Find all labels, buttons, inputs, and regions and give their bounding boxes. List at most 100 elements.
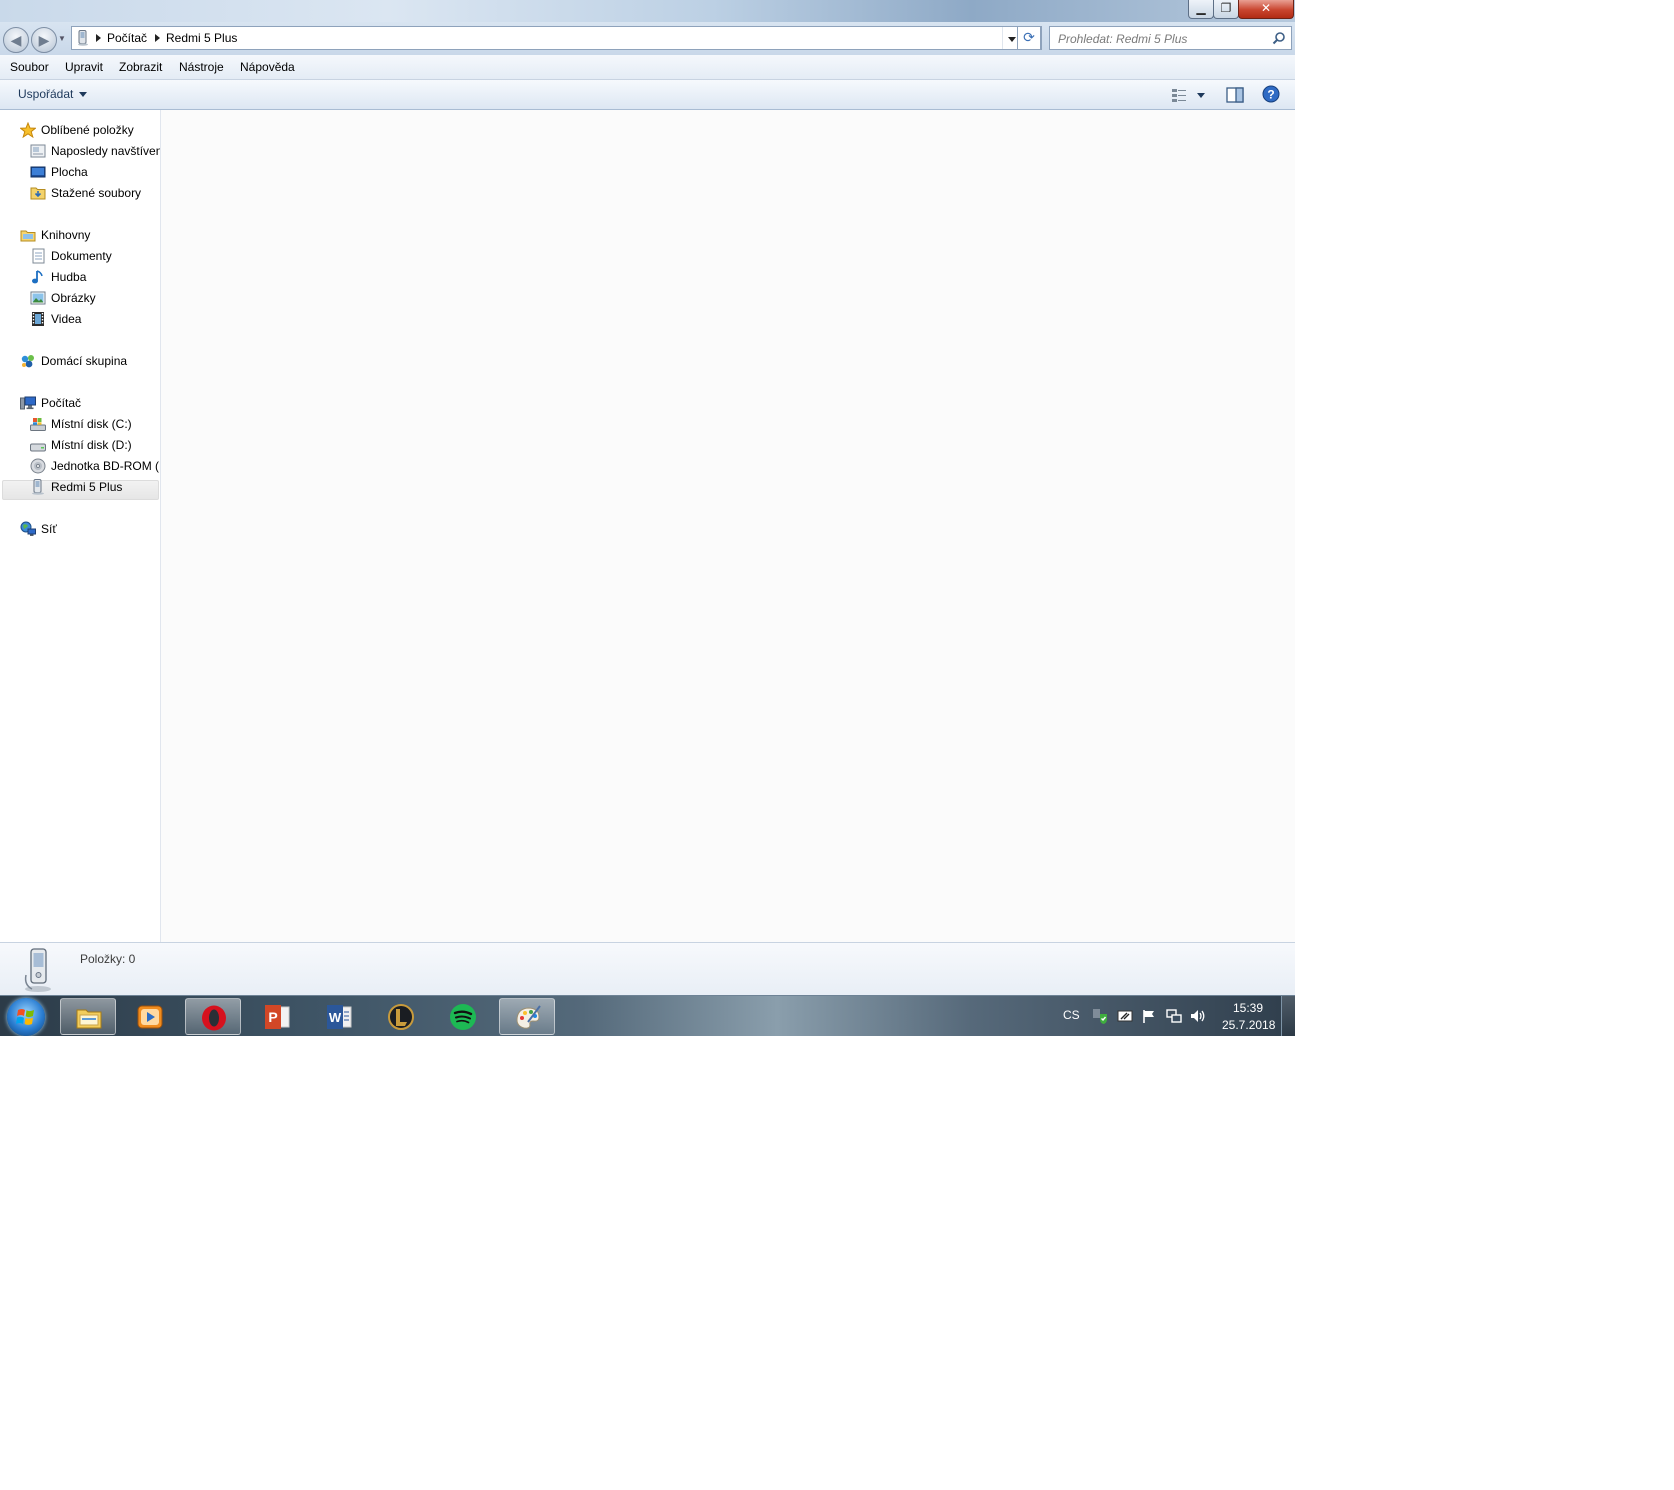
downloads-folder-icon	[30, 187, 46, 200]
sidebar-item-libraries[interactable]: Knihovny	[20, 225, 160, 245]
libraries-icon	[20, 230, 36, 242]
network-icon	[20, 521, 36, 536]
sidebar-item-label: Počítač	[41, 396, 82, 410]
sidebar-item-label: Knihovny	[41, 228, 91, 242]
menu-view[interactable]: Zobrazit	[119, 60, 162, 74]
sidebar-item-label: Místní disk (D:)	[51, 438, 132, 452]
svg-text:P: P	[268, 1009, 277, 1025]
media-player-icon	[137, 1005, 163, 1029]
sidebar-item-label: Naposledy navštívené	[51, 144, 160, 158]
organize-label: Uspořádat	[18, 87, 74, 101]
sidebar-item-drive-d[interactable]: Místní disk (D:)	[30, 435, 160, 455]
explorer-icon	[76, 1009, 102, 1029]
drive-icon	[30, 443, 46, 452]
svg-text:?: ?	[1267, 88, 1274, 102]
pictures-icon	[30, 291, 46, 305]
sidebar-item-label: Hudba	[51, 270, 87, 284]
portable-device-icon	[24, 948, 51, 992]
navigation-bar: ◀ ▶ ▼ Počítač Redmi 5 Plus ⟳ Prohledat: …	[0, 22, 1295, 55]
sidebar-item-label: Plocha	[51, 165, 88, 179]
taskbar-powerpoint[interactable]: P	[249, 998, 305, 1035]
sidebar-item-downloads[interactable]: Stažené soubory	[30, 183, 160, 203]
system-drive-icon	[30, 418, 46, 431]
music-icon	[32, 270, 43, 284]
action-center-flag-icon[interactable]	[1141, 1008, 1157, 1024]
sidebar-item-documents[interactable]: Dokumenty	[30, 246, 160, 266]
sidebar-item-music[interactable]: Hudba	[30, 267, 160, 287]
file-list-area[interactable]	[161, 110, 1295, 942]
sidebar-item-recent-places[interactable]: Naposledy navštívené	[30, 141, 160, 161]
sidebar-item-bd-rom[interactable]: Jednotka BD-ROM (E:)	[30, 456, 160, 476]
menu-bar: Soubor Upravit Zobrazit Nástroje Nápověd…	[0, 55, 1295, 80]
forward-button[interactable]: ▶	[31, 27, 57, 53]
breadcrumb-device[interactable]: Redmi 5 Plus	[166, 31, 237, 45]
sidebar-item-videos[interactable]: Videa	[30, 309, 160, 329]
start-button[interactable]	[7, 998, 45, 1036]
change-view-icon[interactable]	[1171, 87, 1207, 103]
title-bar[interactable]: ▁ ❐ ✕	[0, 0, 1295, 22]
search-input[interactable]: Prohledat: Redmi 5 Plus	[1049, 26, 1292, 50]
network-tray-icon[interactable]	[1166, 1008, 1182, 1024]
taskbar-explorer[interactable]	[60, 998, 116, 1035]
taskbar: P W CS 15:39 25.7.2018	[0, 995, 1295, 1036]
show-desktop-button[interactable]	[1281, 996, 1295, 1036]
sidebar-item-drive-c[interactable]: Místní disk (C:)	[30, 414, 160, 434]
app-tray-icon[interactable]	[1117, 1008, 1133, 1024]
recent-pages-dropdown[interactable]: ▼	[58, 34, 66, 43]
close-button[interactable]: ✕	[1238, 0, 1294, 19]
optical-drive-icon	[30, 458, 46, 474]
videos-icon	[32, 312, 44, 326]
search-icon[interactable]	[1272, 31, 1286, 45]
taskbar-media-player[interactable]	[122, 998, 178, 1035]
security-shield-icon[interactable]	[1092, 1008, 1108, 1024]
refresh-button[interactable]: ⟳	[1017, 26, 1041, 50]
portable-device-icon	[32, 479, 44, 495]
sidebar-item-homegroup[interactable]: Domácí skupina	[20, 351, 160, 371]
navigation-pane: Oblíbené položky Naposledy navštívené Pl…	[0, 110, 161, 942]
sidebar-item-label: Místní disk (C:)	[51, 417, 132, 431]
taskbar-paint[interactable]	[499, 998, 555, 1035]
documents-icon	[32, 248, 45, 264]
breadcrumb-computer[interactable]: Počítač	[107, 31, 147, 45]
language-indicator[interactable]: CS	[1063, 1008, 1080, 1022]
portable-device-icon	[78, 30, 88, 46]
menu-edit[interactable]: Upravit	[65, 60, 103, 74]
breadcrumb-separator-icon[interactable]	[96, 34, 101, 42]
taskbar-opera[interactable]	[185, 998, 241, 1035]
clock-date[interactable]: 25.7.2018	[1222, 1018, 1275, 1032]
chevron-down-icon	[79, 92, 88, 98]
sidebar-item-pictures[interactable]: Obrázky	[30, 288, 160, 308]
sidebar-item-favorites[interactable]: Oblíbené položky	[20, 120, 160, 140]
sidebar-item-desktop[interactable]: Plocha	[30, 162, 160, 182]
menu-tools[interactable]: Nástroje	[179, 60, 224, 74]
windows-logo-icon	[16, 1009, 34, 1025]
breadcrumb-separator-icon[interactable]	[155, 34, 160, 42]
clock-time[interactable]: 15:39	[1233, 1001, 1263, 1015]
address-bar[interactable]: Počítač Redmi 5 Plus	[71, 26, 1042, 50]
sidebar-item-network[interactable]: Síť	[20, 519, 160, 539]
command-bar: Uspořádat ?	[0, 80, 1295, 110]
sidebar-item-label: Dokumenty	[51, 249, 112, 263]
organize-button[interactable]: Uspořádat	[18, 87, 88, 101]
lol-icon	[388, 1004, 414, 1030]
sidebar-item-redmi-5-plus[interactable]: Redmi 5 Plus	[30, 477, 160, 497]
menu-help[interactable]: Nápověda	[240, 60, 295, 74]
homegroup-icon	[21, 355, 34, 368]
spotify-icon	[450, 1004, 476, 1030]
sidebar-item-label: Jednotka BD-ROM (E:)	[51, 459, 160, 473]
taskbar-word[interactable]: W	[311, 998, 367, 1035]
sidebar-item-computer[interactable]: Počítač	[20, 393, 160, 413]
preview-pane-icon[interactable]	[1226, 87, 1244, 103]
volume-icon[interactable]	[1190, 1008, 1206, 1024]
minimize-button[interactable]: ▁	[1188, 0, 1214, 19]
taskbar-league-of-legends[interactable]	[373, 998, 429, 1035]
explorer-window: ▁ ❐ ✕ ◀ ▶ ▼ Počítač Redmi 5 Plus ⟳ Prohl…	[0, 0, 1295, 1036]
help-icon[interactable]: ?	[1262, 85, 1280, 103]
taskbar-spotify[interactable]	[435, 998, 491, 1035]
sidebar-item-label: Síť	[41, 522, 57, 536]
items-count: Položky: 0	[80, 952, 136, 966]
menu-file[interactable]: Soubor	[10, 60, 49, 74]
back-button[interactable]: ◀	[3, 27, 29, 53]
maximize-button[interactable]: ❐	[1213, 0, 1239, 19]
svg-text:W: W	[329, 1010, 342, 1025]
